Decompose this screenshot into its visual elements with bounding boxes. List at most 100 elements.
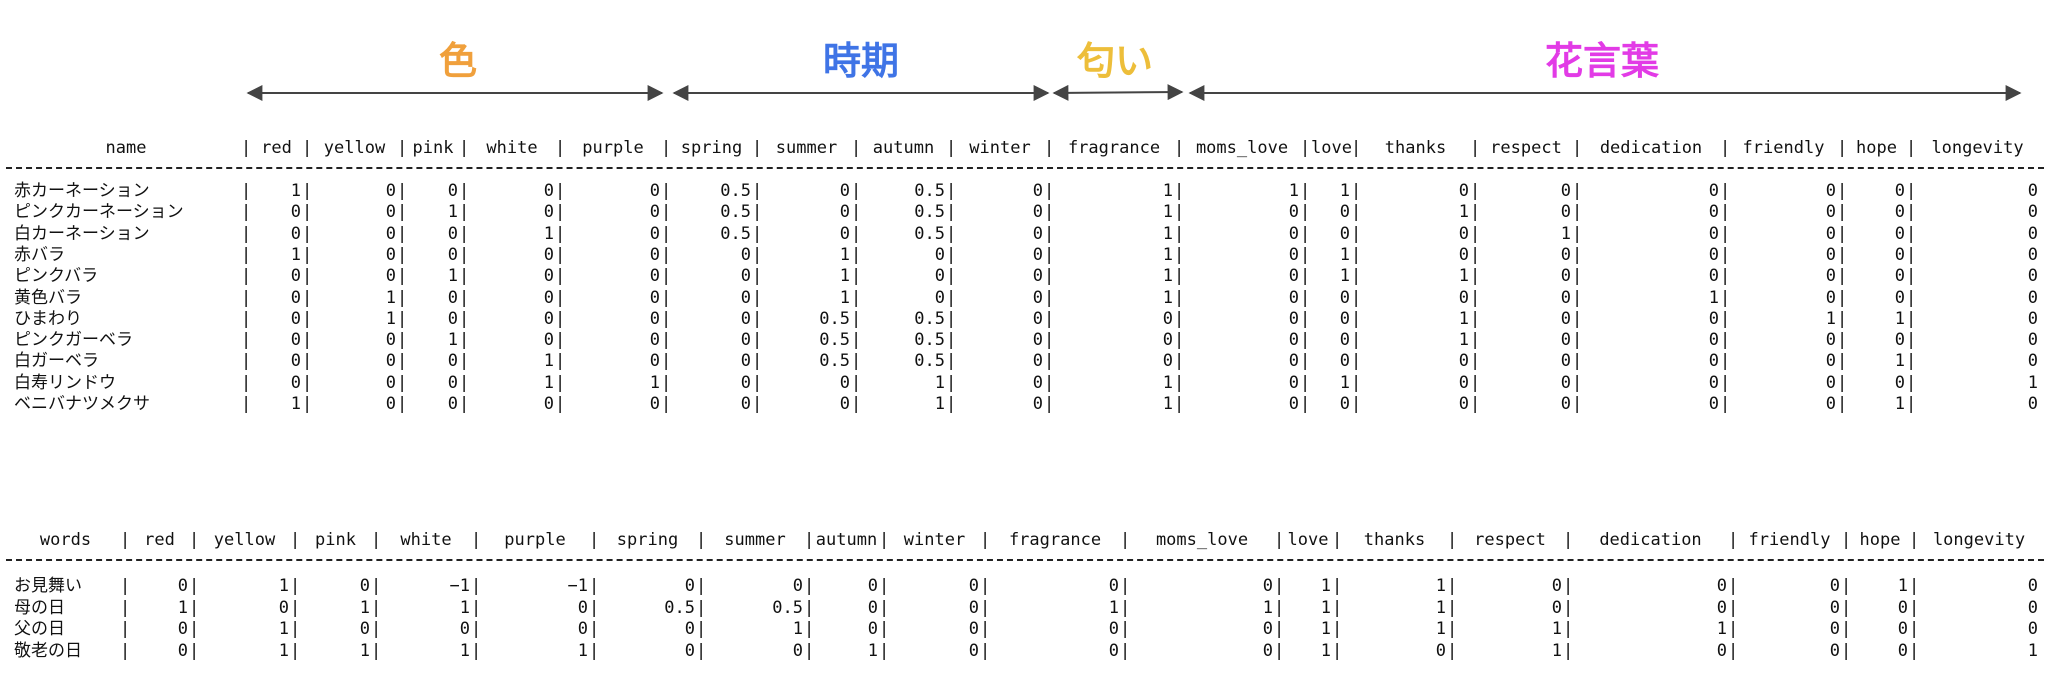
column-separator: | — [1906, 351, 1917, 372]
column-separator: | — [1274, 619, 1285, 639]
column-separator: | — [302, 372, 313, 393]
cell-value: 0 — [2027, 576, 2038, 596]
cell-value: 0 — [447, 287, 458, 308]
column-separator: | — [1563, 619, 1574, 639]
cell-value: 0 — [1032, 223, 1043, 244]
column-separator: | — [471, 530, 482, 550]
column-separator: | — [397, 351, 408, 372]
column-separator: | — [1044, 266, 1055, 287]
column-separator: | — [946, 266, 957, 287]
cell-value: 0 — [740, 351, 751, 372]
column-separator: | — [555, 372, 566, 393]
row-name: 赤バラ — [14, 244, 65, 265]
cell-value: 1 — [290, 181, 301, 201]
column-separator: | — [1728, 576, 1739, 596]
cell-value: 0 — [1458, 181, 1469, 201]
cell-value: 0.5 — [720, 223, 751, 244]
column-separator: | — [879, 619, 890, 639]
column-separator: | — [752, 181, 763, 201]
cell-value: 0 — [1825, 266, 1836, 287]
cell-value: 0 — [1032, 308, 1043, 329]
table-row: 父の日 0 1 0 0 0 0 1 0 0 0 0 1 1 1 1 0 0 0 | | | | | | | | | | | | | | | | | | — [0, 619, 2050, 639]
column-separator: | — [1120, 530, 1131, 550]
cell-value: 0 — [1108, 640, 1119, 661]
column-separator: | — [1906, 372, 1917, 393]
column-separator: | — [1837, 244, 1848, 265]
cell-value: 0 — [1894, 330, 1905, 351]
column-separator: | — [696, 640, 707, 661]
column-separator: | — [1906, 223, 1917, 244]
cell-value: 0 — [2027, 266, 2038, 287]
cell-value: 0 — [290, 330, 301, 351]
column-header: spring — [680, 138, 743, 158]
column-header: longevity — [1932, 530, 2026, 550]
column-separator: | — [946, 244, 957, 265]
cell-value: 0 — [684, 619, 695, 639]
column-separator: | — [1728, 530, 1739, 550]
cell-value: 0 — [447, 351, 458, 372]
cell-value: 0 — [1708, 330, 1719, 351]
column-header: friendly — [1742, 138, 1825, 158]
column-separator: | — [189, 597, 200, 618]
cell-value: 1 — [2027, 640, 2038, 661]
column-separator: | — [1728, 640, 1739, 661]
cell-value: −1 — [567, 576, 588, 596]
column-separator: | — [980, 530, 991, 550]
cell-value: 1 — [1560, 223, 1571, 244]
cell-value: 0 — [740, 244, 751, 265]
column-separator: | — [397, 287, 408, 308]
column-header: respect — [1474, 530, 1546, 550]
cell-value: 0 — [649, 202, 660, 223]
cell-value: 0 — [1708, 223, 1719, 244]
cell-value: 1 — [1825, 308, 1836, 329]
cell-value: 0 — [1825, 394, 1836, 414]
column-header: friendly — [1748, 530, 1831, 550]
column-separator: | — [752, 244, 763, 265]
cell-value: 0.5 — [819, 330, 850, 351]
column-separator: | — [1300, 266, 1311, 287]
column-separator: | — [1351, 287, 1362, 308]
column-separator: | — [1332, 530, 1343, 550]
cell-value: 0 — [1825, 202, 1836, 223]
column-separator: | — [661, 266, 672, 287]
column-separator: | — [1174, 351, 1185, 372]
table-row: ピンクガーベラ 0 0 1 0 0 0 0.5 0.5 0 0 0 0 1 0 0 0 0 0 | | | | | | | | | | |… — [0, 330, 2050, 350]
cell-value: 0 — [385, 394, 396, 414]
column-separator: | — [1572, 372, 1583, 393]
column-separator: | — [1044, 138, 1055, 158]
cell-value: 0 — [577, 597, 588, 618]
column-separator: | — [1837, 181, 1848, 201]
table-row: ピンクバラ 0 0 1 0 0 0 1 0 0 1 0 1 1 0 0 0 0 0 | | | | | | | | | | | | | | | | |… — [0, 266, 2050, 286]
column-separator: | — [459, 372, 470, 393]
cell-value: 0 — [1560, 202, 1571, 223]
cell-value: 0 — [447, 308, 458, 329]
cell-value: 0 — [1458, 287, 1469, 308]
column-header: moms_love — [1155, 530, 1249, 550]
cell-value: 0 — [1339, 394, 1350, 414]
column-separator: | — [459, 181, 470, 201]
cell-value: 0 — [684, 640, 695, 661]
column-separator: | — [946, 202, 957, 223]
column-separator: | — [946, 372, 957, 393]
column-separator: | — [302, 244, 313, 265]
cell-value: 0 — [968, 597, 979, 618]
cell-value: 1 — [359, 640, 370, 661]
row-name: 赤カーネーション — [14, 181, 150, 201]
cell-value: 0 — [1825, 330, 1836, 351]
column-separator: | — [946, 308, 957, 329]
cell-value: 0 — [1288, 223, 1299, 244]
cell-value: 0 — [543, 330, 554, 351]
column-separator: | — [1351, 372, 1362, 393]
cell-value: 0 — [740, 308, 751, 329]
cell-value: 0 — [1551, 576, 1562, 596]
cell-value: 0 — [177, 619, 188, 639]
column-separator: | — [851, 394, 862, 414]
column-header: purple — [504, 530, 566, 550]
row-name: 敬老の日 — [14, 640, 82, 661]
cell-value: 0.5 — [914, 202, 945, 223]
column-separator: | — [752, 223, 763, 244]
column-separator: | — [1351, 244, 1362, 265]
cell-value: 0 — [385, 330, 396, 351]
column-separator: | — [1044, 181, 1055, 201]
column-separator: | — [851, 287, 862, 308]
